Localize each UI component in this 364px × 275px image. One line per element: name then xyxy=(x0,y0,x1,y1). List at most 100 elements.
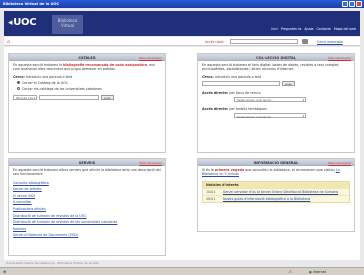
site-banner: ◂UOC Biblioteca Virtual Inici Preguntes'… xyxy=(4,11,360,36)
window-title: Biblioteca Virtual de la UOC xyxy=(3,2,60,6)
colleccio-search-hint: Introduïu una paraula o text xyxy=(214,74,262,79)
cataleg-title: CATÀLEG xyxy=(78,55,96,60)
maximize-button[interactable] xyxy=(349,1,355,7)
serveis-description: En aquesta secció trobareu altres servei… xyxy=(13,168,161,177)
serveis-links: Consulta bibliogràfica Servei de préstec… xyxy=(9,179,165,240)
resource-type-select[interactable]: Seleccioneu una opció... ▾ xyxy=(234,96,306,103)
serveis-link[interactable]: Publicacions oficials xyxy=(13,206,161,213)
cataleg-search-row: Paraula Cla ▾ anar xyxy=(9,92,165,103)
informacio-panel: INFORMACIÓ GENERAL Més informació Si és … xyxy=(197,158,355,232)
informacio-title: INFORMACIÓ GENERAL xyxy=(253,160,299,165)
arrow-logo-icon: ◂ xyxy=(8,18,13,28)
security-icon: ⚠ xyxy=(288,269,293,275)
nav-link-mapa[interactable]: Mapa del web xyxy=(334,27,356,31)
colleccio-help-link[interactable]: Més informació xyxy=(328,56,351,60)
chevron-down-icon: ▾ xyxy=(302,97,304,102)
colleccio-title: COL·LECCIÓ DIGITAL xyxy=(256,55,296,60)
news-item: 10/01 Servei servidor d'ús al servei Onl… xyxy=(203,187,349,195)
informacio-header: INFORMACIÓ GENERAL Més informació xyxy=(198,159,354,166)
cataleg-panel: CATÀLEG Més informació En aquesta secció… xyxy=(8,53,166,153)
colleccio-description: En aquesta secció trobareu el fons digit… xyxy=(202,63,340,72)
section-line2: Virtual xyxy=(60,23,75,28)
informacio-description: Si és la primera vegada que consulteu la… xyxy=(198,166,354,179)
news-link[interactable]: Noves guies d'informació bibliogràfica a… xyxy=(223,197,310,201)
title-bar: Biblioteca Virtual de la UOC xyxy=(0,0,364,8)
cataleg-search-label-text: Cerca: xyxy=(13,74,25,79)
cataleg-help-link[interactable]: Més informació xyxy=(139,56,162,60)
security-zone: ●Internet xyxy=(309,270,326,274)
radio-unselected-icon[interactable] xyxy=(17,87,20,91)
cataleg-field-select-value: Paraula Cla xyxy=(16,96,33,101)
colleccio-search-label-text: Cerca: xyxy=(202,74,214,79)
informacio-desc-mid: que consulteu la biblioteca, el recomane… xyxy=(244,168,336,172)
serveis-link[interactable]: Consulta bibliogràfica xyxy=(13,180,161,187)
colleccio-direct2-hint: per àmbits temàtiques xyxy=(229,107,267,112)
serveis-help-link[interactable]: Més informació xyxy=(139,161,162,165)
quick-access-go-button[interactable] xyxy=(302,39,308,44)
serveis-link[interactable]: El servei SAD xyxy=(13,193,161,200)
quick-access-label: Accés ràpid: xyxy=(205,39,225,44)
news-link[interactable]: Servei servidor d'ús al servei Online Di… xyxy=(223,190,338,194)
serveis-link[interactable]: Servei de préstec xyxy=(13,186,161,193)
colleccio-search-row: anar xyxy=(198,80,354,87)
section-tag: Biblioteca Virtual xyxy=(52,15,83,34)
quick-access-input[interactable] xyxy=(230,39,298,44)
news-date: 10/01 xyxy=(206,189,216,194)
colleccio-direct1-label-text: Accés directe: xyxy=(202,90,229,95)
news-date: 08/01 xyxy=(206,196,216,201)
cataleg-radio-catalanes-label: Cercar els catàlegs de les universitats … xyxy=(22,86,102,91)
chevron-down-icon: ▾ xyxy=(302,114,304,119)
serveis-link[interactable]: Servei d'Obtenció de Documents (SOD) xyxy=(13,232,161,239)
home-icon[interactable]: ⌂ xyxy=(7,39,10,45)
nav-link-inici[interactable]: Inici xyxy=(271,27,277,31)
colleccio-search-input[interactable] xyxy=(202,80,280,86)
main-content: CATÀLEG Més informació En aquesta secció… xyxy=(4,47,360,260)
serveis-panel: SERVEIS Més informació En aquesta secció… xyxy=(8,158,166,256)
news-box: Notícies d'interès 10/01 Servei servidor… xyxy=(202,180,350,203)
nav-link-preguntes[interactable]: Preguntes'ns xyxy=(281,27,302,31)
page-footer: Universitat Oberta de Catalunya · Biblio… xyxy=(6,261,99,265)
status-bar: ◈ ⚠ ●Internet xyxy=(0,267,364,275)
radio-selected-icon[interactable] xyxy=(17,81,20,85)
colleccio-header: COL·LECCIÓ DIGITAL Més informació xyxy=(198,54,354,61)
subject-area-select[interactable]: Seleccioneu una opció... ▾ xyxy=(234,113,306,119)
serveis-title: SERVEIS xyxy=(78,160,96,165)
cataleg-go-button[interactable]: anar xyxy=(101,94,114,100)
subject-area-select-value: Seleccioneu una opció... xyxy=(237,114,274,119)
colleccio-go-button[interactable]: anar xyxy=(282,80,295,86)
serveis-link[interactable]: Distribució de sumaris de revistes de le… xyxy=(13,219,161,226)
serveis-header: SERVEIS Més informació xyxy=(9,159,165,166)
zone-label: Internet xyxy=(312,270,326,274)
globe-icon: ● xyxy=(309,270,312,274)
nav-link-contacte[interactable]: Contacte xyxy=(316,27,330,31)
cataleg-description: En aquesta secció trobareu la bibliograf… xyxy=(9,61,165,74)
cataleg-search-hint: Introduïu una paraula o text xyxy=(25,74,73,79)
chevron-down-icon: ▾ xyxy=(33,95,35,100)
close-button[interactable] xyxy=(356,1,362,7)
resource-type-select-value: Seleccioneu una opció... xyxy=(237,98,274,103)
news-item: 08/01 Noves guies d'informació bibliogrà… xyxy=(203,194,349,202)
serveis-link[interactable]: A consultar xyxy=(13,199,161,206)
cataleg-search-input[interactable] xyxy=(39,94,99,100)
colleccio-direct1-hint: per tipus de recurs xyxy=(229,90,261,95)
colleccio-direct2-row: Seleccioneu una opció... ▾ xyxy=(198,112,354,120)
quick-access-bar: ⌂ Accés ràpid: Cerca avançada xyxy=(4,37,360,46)
uoc-logo[interactable]: ◂UOC xyxy=(8,17,37,28)
colleccio-panel: COL·LECCIÓ DIGITAL Més informació En aqu… xyxy=(197,53,355,153)
nav-link-ajuda[interactable]: Ajuda xyxy=(304,27,313,31)
colleccio-direct2-label-text: Accés directe: xyxy=(202,107,229,112)
serveis-link[interactable]: Distribució de sumaris de revistes de la… xyxy=(13,213,161,220)
cataleg-field-select[interactable]: Paraula Cla ▾ xyxy=(13,94,37,101)
cataleg-radio-uoc-label: Cercar el Catàleg de la UOC xyxy=(22,80,69,85)
browser-window: Biblioteca Virtual de la UOC ◂UOC Biblio… xyxy=(0,0,364,275)
minimize-button[interactable] xyxy=(342,1,348,7)
advanced-search-link[interactable]: Cerca avançada xyxy=(317,40,343,44)
page-loaded-icon: ◈ xyxy=(3,269,7,275)
serveis-link[interactable]: Notícies xyxy=(13,226,161,233)
informacio-help-link[interactable]: Més informació xyxy=(328,161,351,165)
logo-text: UOC xyxy=(13,17,37,28)
colleccio-direct1-row: Seleccioneu una opció... ▾ xyxy=(198,96,354,104)
cataleg-header: CATÀLEG Més informació xyxy=(9,54,165,61)
top-navigation: Inici Preguntes'ns Ajuda Contacte Mapa d… xyxy=(271,27,356,31)
window-controls xyxy=(342,1,362,7)
